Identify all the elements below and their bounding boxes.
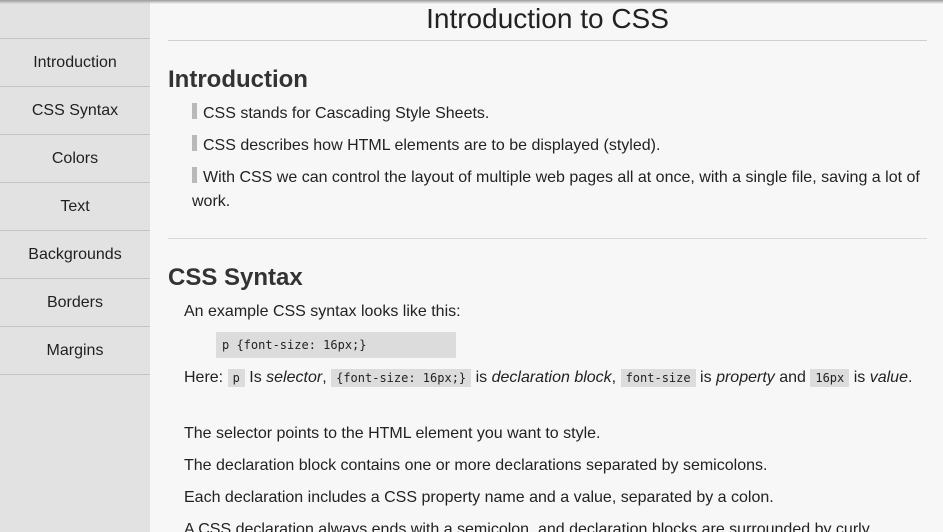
list-item-text: With CSS we can control the layout of mu… <box>192 169 920 210</box>
section-heading-introduction: Introduction <box>168 66 308 93</box>
text-is: Is <box>244 369 267 386</box>
text-comma: , <box>611 369 617 386</box>
sidebar-item-introduction[interactable]: Introduction <box>0 38 150 87</box>
syntax-lead: An example CSS syntax looks like this: <box>184 303 461 320</box>
term-value: value <box>869 369 908 386</box>
sidebar-item-text[interactable]: Text <box>0 183 150 231</box>
sidebar-item-css-syntax[interactable]: CSS Syntax <box>0 87 150 135</box>
list-item: CSS describes how HTML elements are to b… <box>192 134 927 158</box>
term-declaration-block: declaration block <box>491 369 612 386</box>
list-item: CSS stands for Cascading Style Sheets. <box>192 102 927 126</box>
code-property: font-size <box>620 369 696 387</box>
quote-bar-icon <box>192 167 197 183</box>
text-is: is <box>471 369 492 386</box>
main-content: Introduction to CSS Introduction CSS sta… <box>150 0 943 532</box>
syntax-paragraph: The selector points to the HTML element … <box>184 425 601 442</box>
top-shadow <box>0 0 943 4</box>
text-is: is <box>695 369 717 386</box>
sidebar-item-borders[interactable]: Borders <box>0 279 150 327</box>
list-item: With CSS we can control the layout of mu… <box>192 166 927 214</box>
term-property: property <box>716 369 775 386</box>
code-value: 16px <box>810 369 850 387</box>
syntax-paragraph: Each declaration includes a CSS property… <box>184 489 774 506</box>
sidebar-item-margins[interactable]: Margins <box>0 327 150 375</box>
syntax-paragraph: The declaration block contains one or mo… <box>184 457 768 474</box>
code-selector: p <box>227 369 245 387</box>
list-item-text: CSS describes how HTML elements are to b… <box>203 137 661 154</box>
section-divider <box>168 238 927 239</box>
quote-bar-icon <box>192 135 197 151</box>
sidebar-item-backgrounds[interactable]: Backgrounds <box>0 231 150 279</box>
text-and: and <box>774 369 811 386</box>
syntax-paragraph: A CSS declaration always ends with a sem… <box>184 521 870 532</box>
sidebar: Introduction CSS Syntax Colors Text Back… <box>0 0 150 532</box>
section-heading-css-syntax: CSS Syntax <box>168 264 303 291</box>
list-item-text: CSS stands for Cascading Style Sheets. <box>203 105 490 122</box>
syntax-explanation: Here: p Is selector, {font-size: 16px;} … <box>184 366 929 390</box>
term-selector: selector <box>266 369 323 386</box>
text-here: Here: <box>184 369 224 386</box>
text-period: . <box>907 369 913 386</box>
code-declaration-block: {font-size: 16px;} <box>331 369 472 387</box>
quote-bar-icon <box>192 103 197 119</box>
text-is: is <box>849 369 870 386</box>
text-comma: , <box>322 369 327 386</box>
code-example: p {font-size: 16px;} <box>216 332 456 358</box>
sidebar-item-colors[interactable]: Colors <box>0 135 150 183</box>
sidebar-list: Introduction CSS Syntax Colors Text Back… <box>0 38 150 375</box>
page-title: Introduction to CSS <box>168 0 927 41</box>
